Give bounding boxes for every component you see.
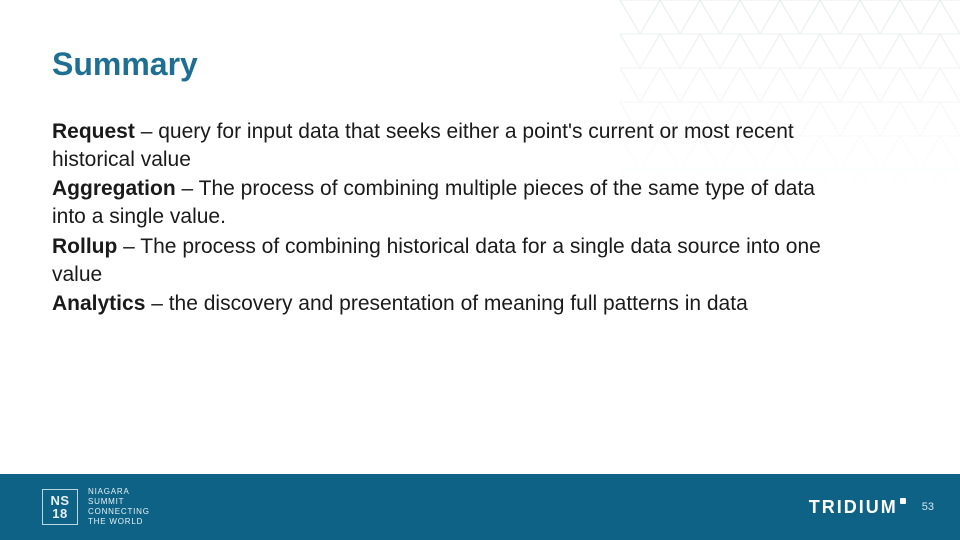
event-badge-box: NS 18 bbox=[42, 489, 78, 525]
slide-title: Summary bbox=[52, 46, 198, 83]
slide-footer: NS 18 NIAGARA SUMMIT CONNECTING THE WORL… bbox=[0, 474, 960, 540]
badge-line1: NIAGARA bbox=[88, 487, 150, 497]
badge-line2: SUMMIT bbox=[88, 497, 150, 507]
event-badge-text: NIAGARA SUMMIT CONNECTING THE WORLD bbox=[88, 487, 150, 527]
brand-text: TRIDIUM bbox=[809, 497, 898, 518]
def-request-text: – query for input data that seeks either… bbox=[52, 120, 794, 171]
event-badge: NS 18 NIAGARA SUMMIT CONNECTING THE WORL… bbox=[42, 487, 150, 527]
badge-year: 18 bbox=[52, 507, 67, 520]
badge-line4: THE WORLD bbox=[88, 517, 150, 527]
footer-right: TRIDIUM 53 bbox=[809, 497, 934, 518]
definition-rollup: Rollup – The process of combining histor… bbox=[52, 233, 832, 288]
term-aggregation: Aggregation bbox=[52, 177, 176, 200]
brand-logo: TRIDIUM bbox=[809, 497, 906, 518]
term-analytics: Analytics bbox=[52, 292, 145, 315]
def-rollup-text: – The process of combining historical da… bbox=[52, 235, 821, 286]
slide-body: Request – query for input data that seek… bbox=[52, 118, 832, 320]
definition-analytics: Analytics – the discovery and presentati… bbox=[52, 290, 832, 318]
term-rollup: Rollup bbox=[52, 235, 117, 258]
def-analytics-text: – the discovery and presentation of mean… bbox=[145, 292, 747, 315]
definition-aggregation: Aggregation – The process of combining m… bbox=[52, 175, 832, 230]
term-request: Request bbox=[52, 120, 135, 143]
definition-request: Request – query for input data that seek… bbox=[52, 118, 832, 173]
badge-line3: CONNECTING bbox=[88, 507, 150, 517]
page-number: 53 bbox=[922, 501, 934, 513]
slide: Summary Request – query for input data t… bbox=[0, 0, 960, 540]
brand-mark-icon bbox=[900, 498, 906, 504]
